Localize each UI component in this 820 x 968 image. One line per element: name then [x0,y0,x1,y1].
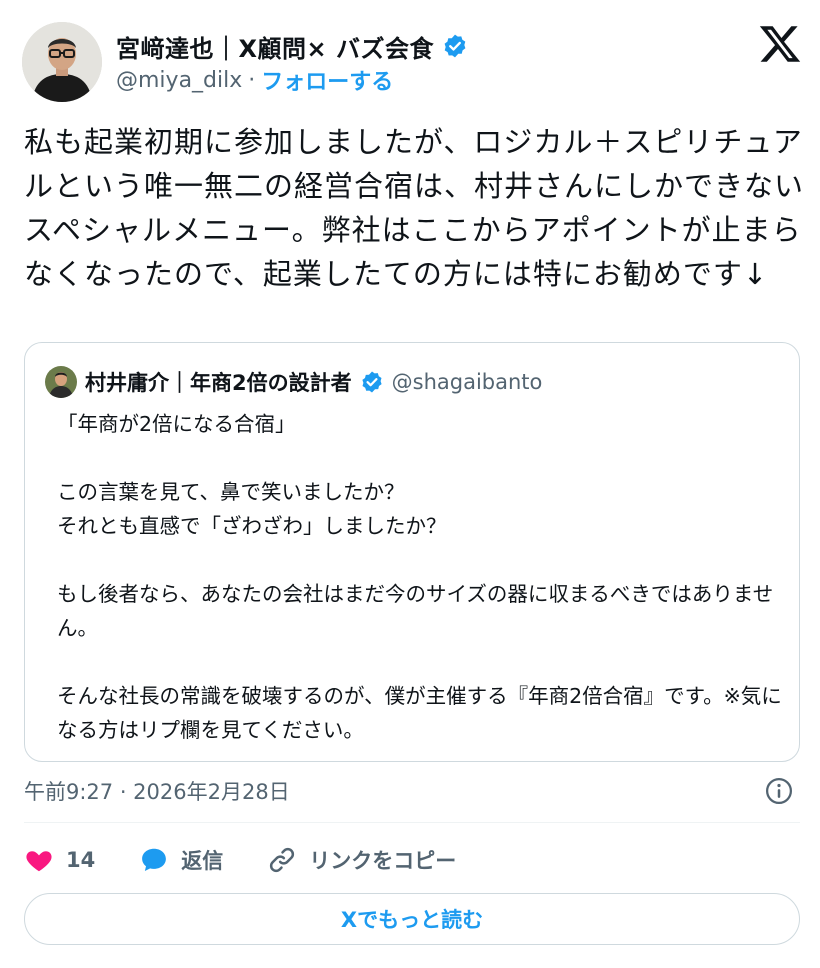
divider [24,822,800,823]
info-icon[interactable] [764,776,794,806]
tweet-actions: 14 返信 リンクをコピー [24,840,500,880]
separator-dot: · [248,67,256,93]
reply-label: 返信 [181,849,224,873]
quoted-tweet[interactable]: 村井庸介｜年商2倍の設計者 @shagaibanto 「年商が2倍になる合宿」 … [24,342,800,762]
author-display-name[interactable]: 宮﨑達也｜X顧問× バズ会食 [116,29,434,64]
quoted-author-avatar [45,366,77,398]
x-logo-icon[interactable] [758,22,802,66]
reply-button[interactable]: 返信 [139,845,223,875]
follow-button[interactable]: フォローする [261,64,393,96]
like-count: 14 [66,848,96,872]
author-name-row: 宮﨑達也｜X顧問× バズ会食 [116,28,468,64]
quoted-tweet-header: 村井庸介｜年商2倍の設計者 @shagaibanto [45,365,542,399]
like-button[interactable]: 14 [24,845,95,875]
quoted-tweet-text: 「年商が2倍になる合宿」 この言葉を見て、鼻で笑いましたか？ それとも直感で「ざ… [57,412,782,742]
heart-icon [26,851,52,872]
copy-link-button[interactable]: リンクをコピー [267,845,456,875]
author-handle-row: @miya_dilx · フォローする [116,64,393,96]
author-avatar[interactable] [22,22,102,102]
verified-badge-icon [444,34,466,58]
tweet-embed-card: 宮﨑達也｜X顧問× バズ会食 @miya_dilx · フォローする 私も起業初… [0,0,820,968]
tweet-text: 私も起業初期に参加しましたが、ロジカル＋スピリチュアルという唯一無二の経営合宿は… [24,125,805,291]
quoted-author-handle: @shagaibanto [391,370,543,394]
quoted-author-name: 村井庸介｜年商2倍の設計者 [85,371,352,395]
speech-bubble-icon [142,848,167,871]
tweet-timestamp[interactable]: 午前9:27 · 2026年2月28日 [24,776,290,806]
verified-badge-icon [362,371,382,393]
link-icon [270,847,295,873]
copy-link-label: リンクをコピー [309,849,457,873]
author-handle[interactable]: @miya_dilx [116,68,242,93]
read-more-button[interactable]: Xでもっと読む [24,893,800,945]
